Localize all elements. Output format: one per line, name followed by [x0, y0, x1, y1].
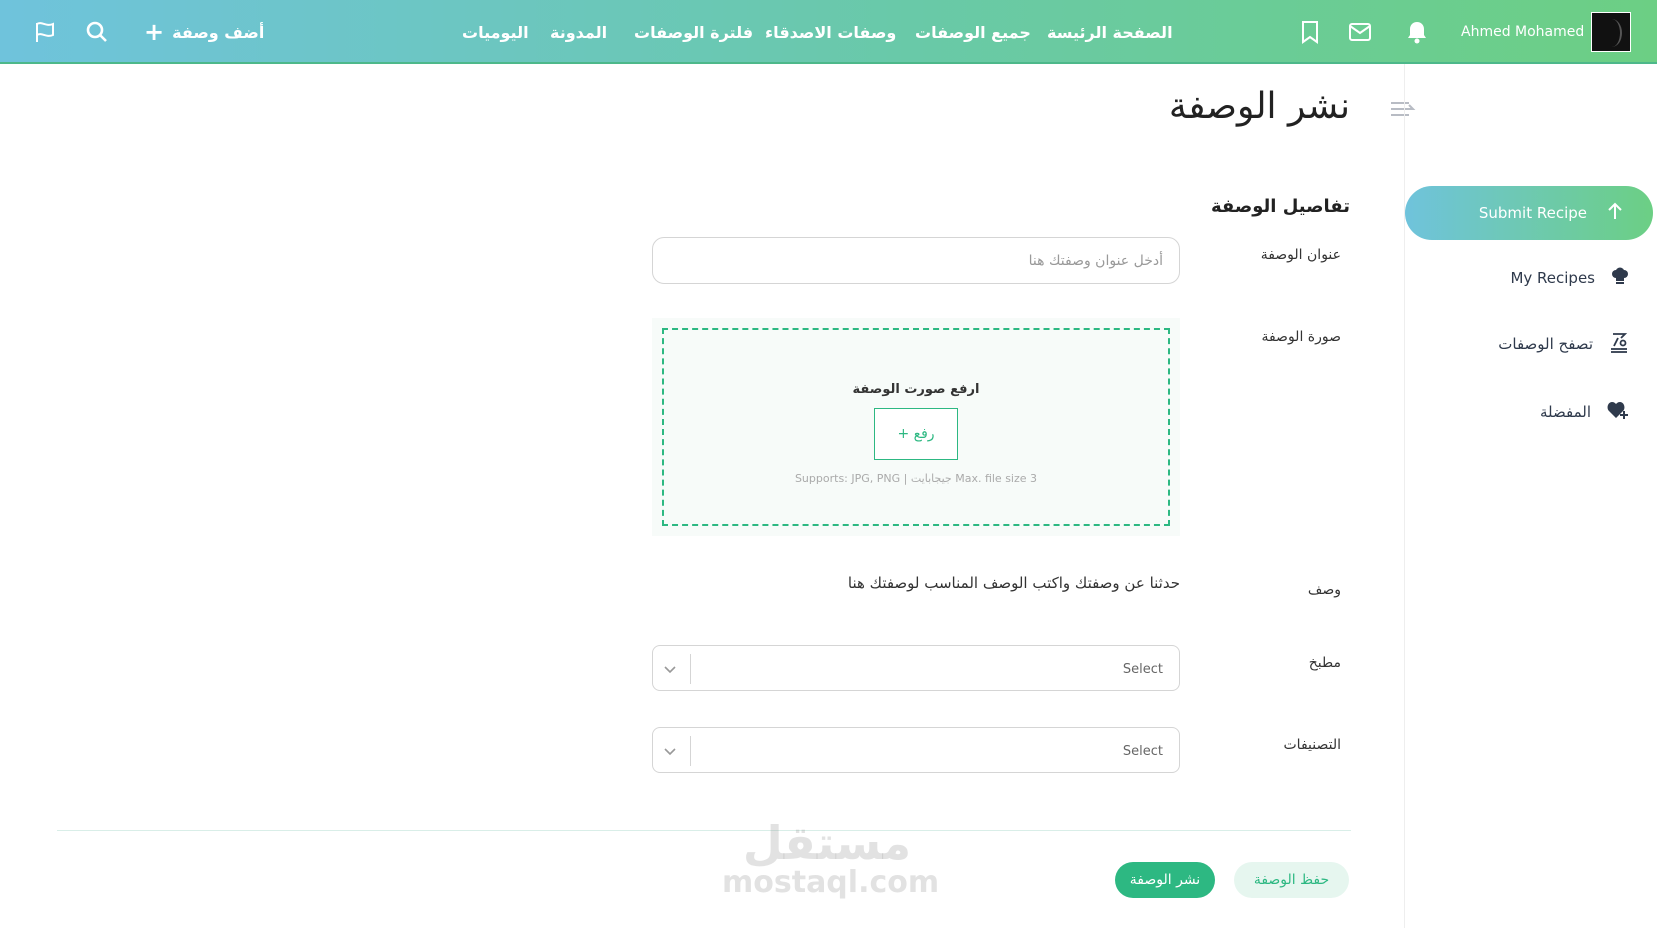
- cuisine-select[interactable]: Select: [652, 645, 1180, 691]
- sidebar: Submit Recipe My Recipes تصفح الوصفات ال…: [1404, 64, 1657, 928]
- description-field[interactable]: حدثنا عن وصفتك واكتب الوصف المناسب لوصفت…: [848, 574, 1180, 592]
- categories-label: التصنيفات: [1283, 737, 1342, 753]
- sidebar-item-favorites[interactable]: المفضلة: [1540, 392, 1629, 432]
- user-menu[interactable]: [1591, 0, 1631, 64]
- sidebar-item-label: Submit Recipe: [1478, 204, 1587, 222]
- sidebar-item-label: المفضلة: [1539, 403, 1591, 421]
- recipe-title-input[interactable]: أدخل عنوان وصفتك هنا: [652, 237, 1180, 284]
- plus-icon: +: [144, 18, 165, 46]
- upload-dropzone[interactable]: ارفع صورت الوصفة + رفع Supports: JPG, PN…: [662, 328, 1170, 526]
- upload-title: ارفع صورت الوصفة: [852, 382, 980, 397]
- select-separator: [690, 736, 691, 766]
- sidebar-item-submit-recipe[interactable]: Submit Recipe: [1405, 186, 1653, 240]
- chevron-down-icon[interactable]: [663, 728, 677, 774]
- cuisine-select-value: Select: [1122, 661, 1163, 677]
- watermark-latin: mostaql.com: [722, 865, 940, 900]
- nav-all-recipes[interactable]: جميع الوصفات: [915, 0, 1031, 64]
- page-title: نشر الوصفة: [1168, 86, 1350, 127]
- flag-icon[interactable]: [33, 0, 57, 64]
- cuisine-label: مطبخ: [1308, 655, 1341, 671]
- arrow-up-icon: [1607, 202, 1623, 224]
- nav-filter-recipes[interactable]: فلترة الوصفات: [634, 0, 753, 64]
- watermark: مستقل mostaql.com: [722, 816, 940, 900]
- top-navbar: + أضف وصفة اليوميات المدونة فلترة الوصفا…: [0, 0, 1657, 64]
- search-icon[interactable]: [85, 0, 109, 64]
- upload-hint: Supports: JPG, PNG | جيجابايت Max. file …: [794, 472, 1038, 485]
- chevron-down-icon[interactable]: [663, 646, 677, 692]
- description-label: وصف: [1307, 582, 1341, 598]
- publish-recipe-button[interactable]: نشر الوصفة: [1115, 862, 1215, 898]
- image-upload-area[interactable]: ارفع صورت الوصفة + رفع Supports: JPG, PN…: [652, 318, 1180, 536]
- recipe-title-label: عنوان الوصفة: [1260, 247, 1341, 263]
- recipe-image-label: صورة الوصفة: [1261, 329, 1341, 345]
- categories-select[interactable]: Select: [652, 727, 1180, 773]
- bookmark-icon[interactable]: [1300, 0, 1320, 64]
- sidebar-item-label: تصفح الوصفات: [1498, 335, 1593, 353]
- nav-home[interactable]: الصفحة الرئيسة: [1047, 0, 1173, 64]
- upload-button[interactable]: + رفع: [874, 408, 958, 460]
- heart-plus-icon: [1607, 400, 1629, 424]
- sidebar-item-browse-recipes[interactable]: تصفح الوصفات: [1498, 324, 1629, 364]
- watermark-arabic: مستقل: [742, 816, 912, 870]
- nav-diaries[interactable]: اليوميات: [462, 0, 529, 64]
- section-title: تفاصيل الوصفة: [1210, 196, 1350, 217]
- add-recipe-link[interactable]: + أضف وصفة: [144, 0, 264, 64]
- save-recipe-button[interactable]: حفظ الوصفة: [1234, 862, 1349, 898]
- chef-hat-icon: [1611, 267, 1629, 289]
- user-name[interactable]: Ahmed Mohamed: [1461, 0, 1584, 64]
- nav-blog[interactable]: المدونة: [550, 0, 607, 64]
- recipe-browse-icon: [1609, 330, 1629, 358]
- sidebar-item-label: My Recipes: [1510, 269, 1595, 287]
- mail-icon[interactable]: [1348, 0, 1372, 64]
- sidebar-item-my-recipes[interactable]: My Recipes: [1510, 258, 1629, 298]
- nav-friends-recipes[interactable]: وصفات الاصدقاء: [765, 0, 896, 64]
- categories-select-value: Select: [1122, 743, 1163, 759]
- bell-icon[interactable]: [1406, 0, 1428, 64]
- select-separator: [690, 654, 691, 684]
- avatar[interactable]: [1591, 12, 1631, 52]
- add-recipe-label: أضف وصفة: [172, 22, 265, 42]
- form-divider: [57, 830, 1351, 831]
